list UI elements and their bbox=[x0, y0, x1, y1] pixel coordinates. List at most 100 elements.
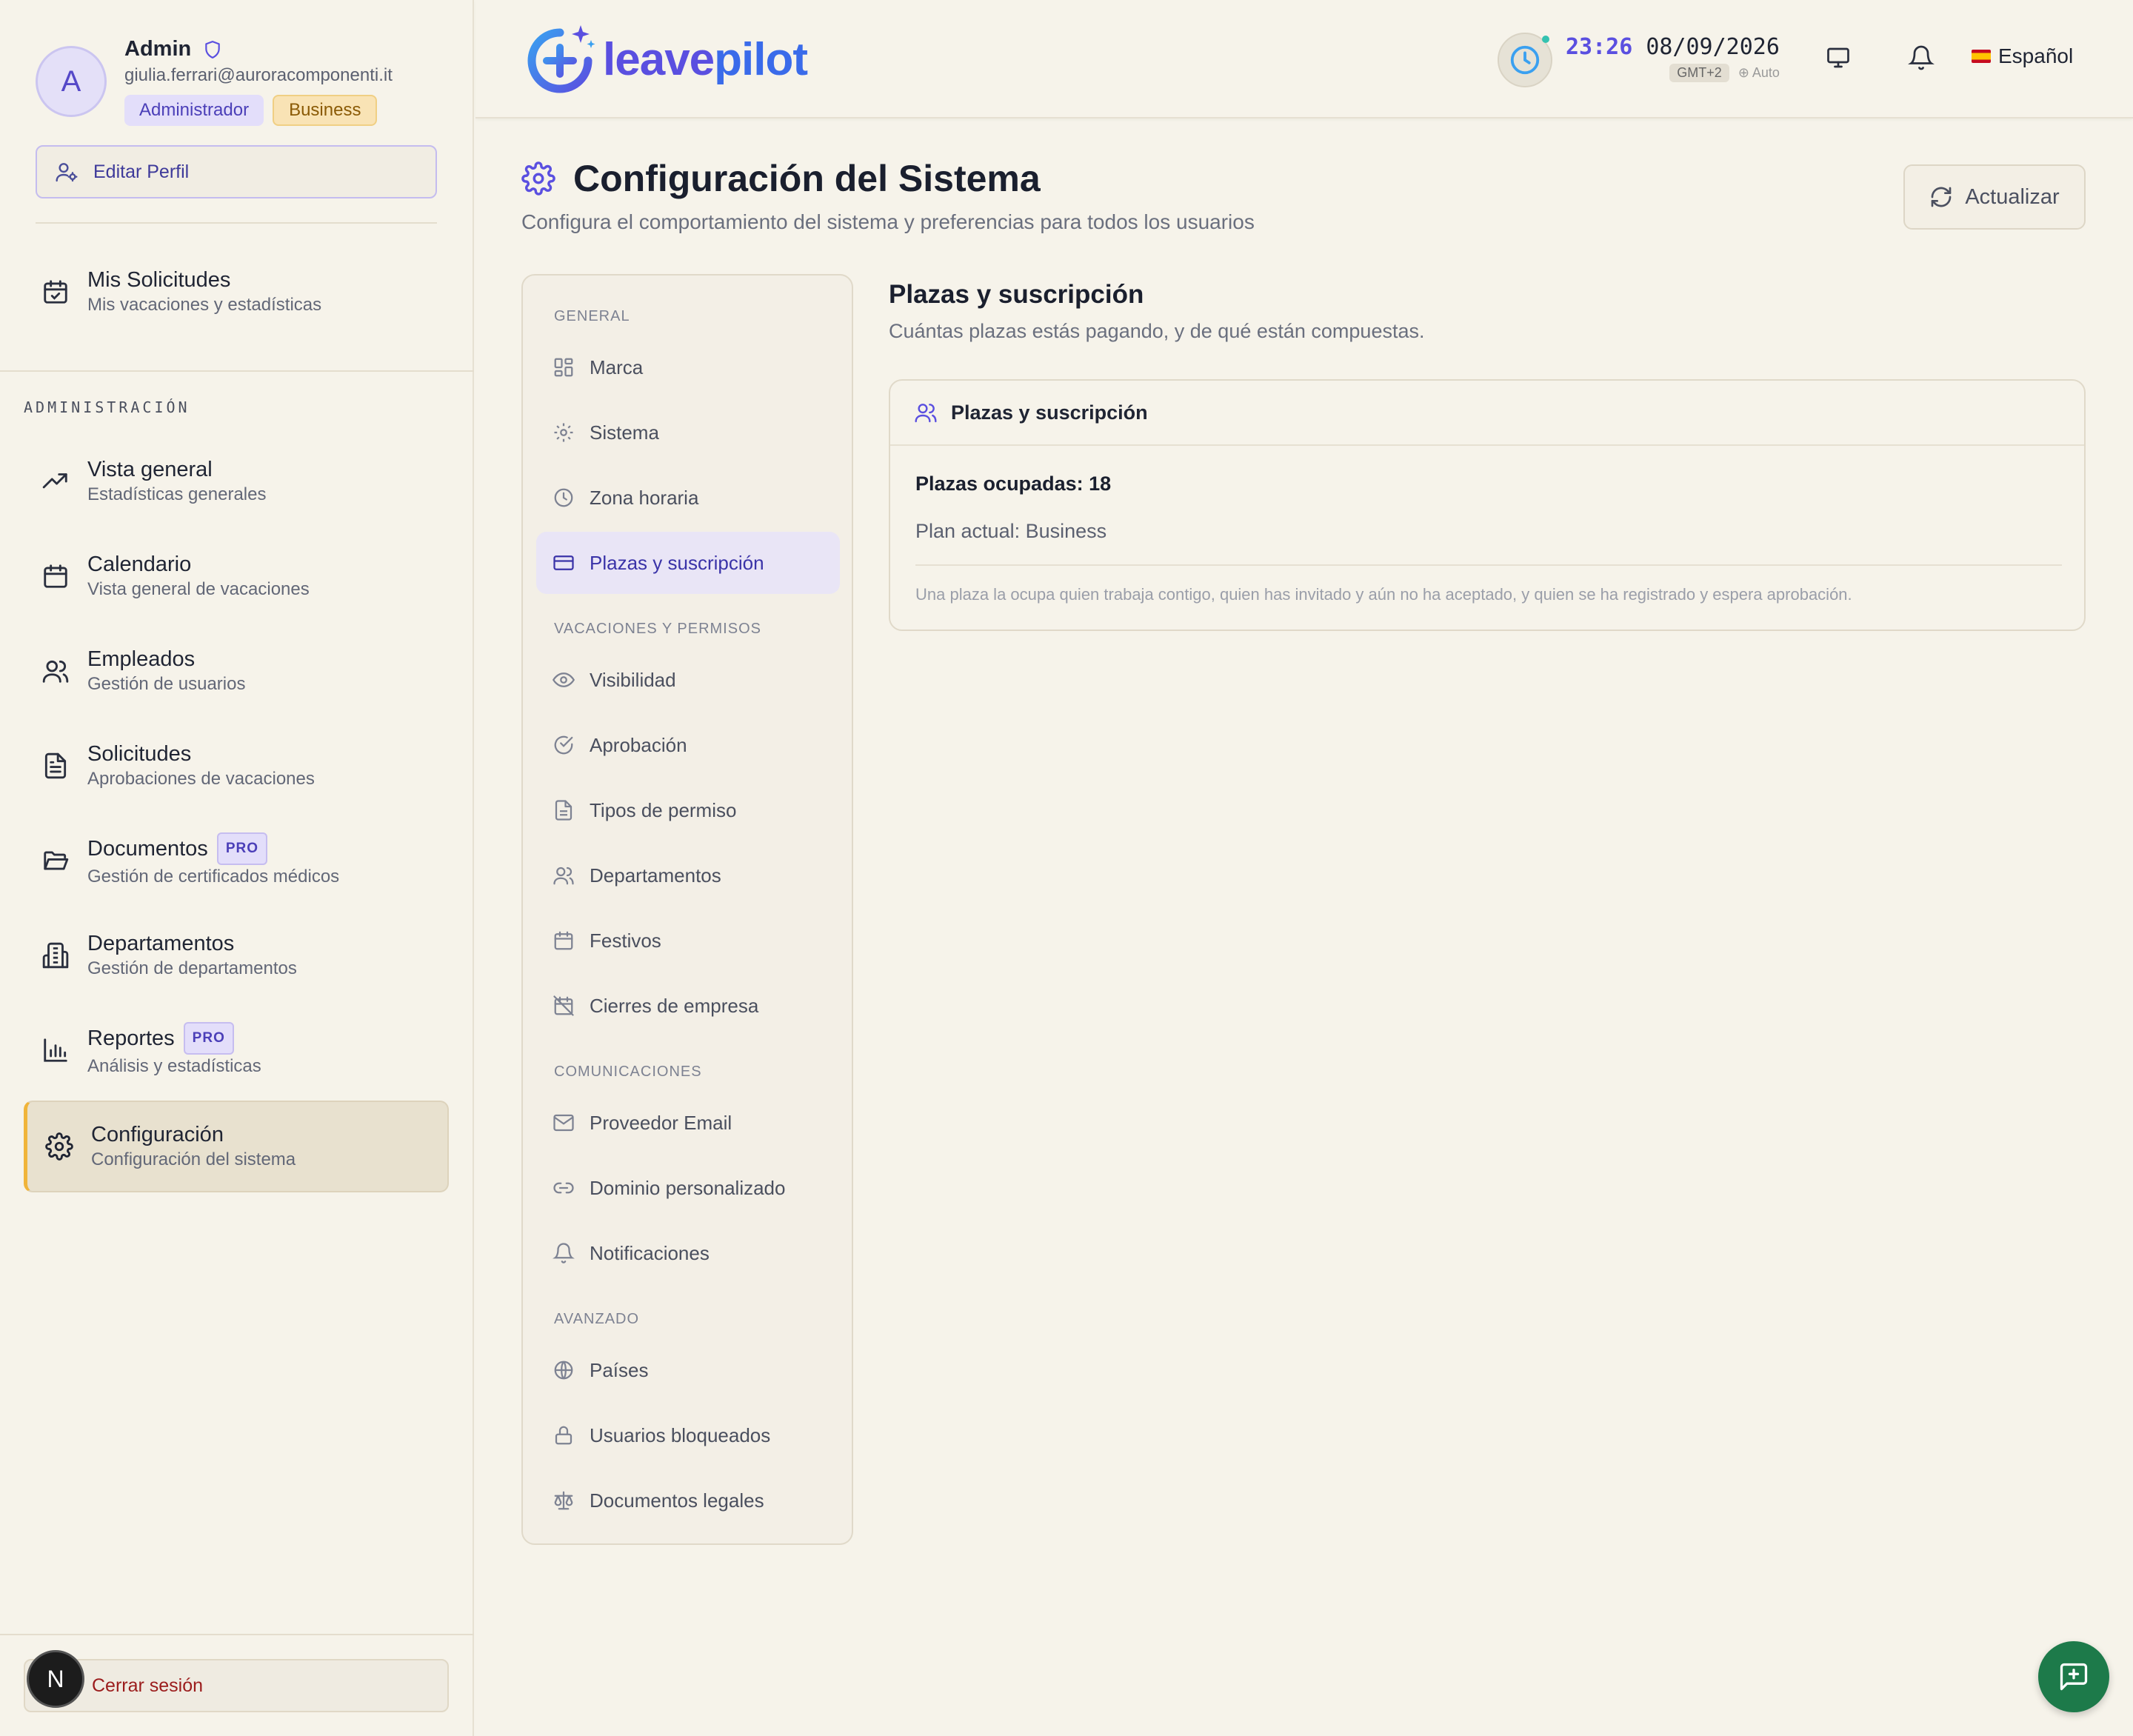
settings-item-legal-documents[interactable]: Documentos legales bbox=[536, 1469, 840, 1532]
settings-item-leave-types[interactable]: Tipos de permiso bbox=[536, 779, 840, 841]
settings-item-seats-subscription[interactable]: Plazas y suscripción bbox=[536, 532, 840, 594]
nav-reports[interactable]: Reportes PRO Análisis y estadísticas bbox=[24, 1006, 449, 1095]
nav-requests[interactable]: Solicitudes Aprobaciones de vacaciones bbox=[24, 721, 449, 810]
nav-subtitle: Configuración del sistema bbox=[91, 1149, 296, 1169]
plan-badge: Business bbox=[273, 95, 378, 126]
nav-settings[interactable]: Configuración Configuración del sistema bbox=[24, 1101, 449, 1192]
bell-icon bbox=[553, 1243, 575, 1263]
status-dot bbox=[1542, 36, 1549, 43]
pro-badge: PRO bbox=[183, 1022, 234, 1055]
nav-subtitle: Mis vacaciones y estadísticas bbox=[87, 295, 322, 315]
nav-employees[interactable]: Empleados Gestión de usuarios bbox=[24, 627, 449, 715]
settings-item-label: Zona horaria bbox=[590, 486, 699, 509]
settings-item-label: Cierres de empresa bbox=[590, 994, 759, 1017]
settings-item-company-closures[interactable]: Cierres de empresa bbox=[536, 975, 840, 1037]
settings-item-blocked-users[interactable]: Usuarios bloqueados bbox=[536, 1404, 840, 1466]
monitor-icon[interactable] bbox=[1825, 44, 1852, 71]
lock-icon bbox=[555, 1426, 573, 1445]
settings-item-label: Usuarios bloqueados bbox=[590, 1423, 771, 1446]
settings-item-departments[interactable]: Departamentos bbox=[536, 844, 840, 907]
clock-icon bbox=[1498, 33, 1552, 87]
nav-title: Reportes bbox=[87, 1026, 175, 1050]
nav-subtitle: Aprobaciones de vacaciones bbox=[87, 769, 315, 789]
settings-item-system[interactable]: Sistema bbox=[536, 401, 840, 464]
users-icon bbox=[914, 401, 938, 424]
settings-item-visibility[interactable]: Visibilidad bbox=[536, 649, 840, 711]
app-logo[interactable]: leavepilot bbox=[523, 22, 808, 96]
seats-card: Plazas y suscripción Plazas ocupadas: 18… bbox=[889, 379, 2086, 631]
eye-icon bbox=[553, 672, 575, 687]
nav-title: Documentos bbox=[87, 837, 208, 861]
trending-up-icon bbox=[24, 467, 87, 495]
page-title-row: Configuración del Sistema bbox=[521, 157, 1041, 200]
nav-departments[interactable]: Departamentos Gestión de departamentos bbox=[24, 911, 449, 1000]
settings-item-label: Dominio personalizado bbox=[590, 1176, 786, 1199]
section-label-leave: VACACIONES Y PERMISOS bbox=[554, 621, 761, 637]
nav-overview[interactable]: Vista general Estadísticas generales bbox=[24, 437, 449, 526]
bell-icon[interactable] bbox=[1908, 44, 1935, 71]
section-label-advanced: AVANZADO bbox=[554, 1311, 640, 1327]
settings-item-countries[interactable]: Países bbox=[536, 1339, 840, 1401]
scale-icon bbox=[554, 1491, 573, 1510]
settings-item-timezone[interactable]: Zona horaria bbox=[536, 467, 840, 529]
user-avatar-bubble[interactable]: N bbox=[27, 1650, 84, 1708]
nav-title-row: Reportes PRO bbox=[87, 1022, 261, 1055]
divider bbox=[0, 370, 474, 372]
settings-nav: GENERAL Marca Sistema Zona horaria Plaza… bbox=[521, 274, 853, 1545]
nav-documents[interactable]: Documentos PRO Gestión de certificados m… bbox=[24, 816, 449, 905]
bar-chart-icon bbox=[24, 1036, 87, 1064]
logout-button[interactable]: Cerrar sesión bbox=[24, 1659, 449, 1712]
nav-title: Vista general bbox=[87, 458, 213, 481]
nav-title: Departamentos bbox=[87, 932, 235, 955]
admin-section-label: ADMINISTRACIÓN bbox=[24, 398, 190, 416]
avatar[interactable]: A bbox=[36, 46, 107, 117]
divider bbox=[0, 1634, 474, 1635]
file-text-icon bbox=[555, 800, 573, 821]
gear-icon bbox=[554, 423, 573, 442]
settings-item-brand[interactable]: Marca bbox=[536, 336, 840, 398]
profile-name: Admin bbox=[124, 37, 192, 61]
file-text-icon bbox=[24, 752, 87, 780]
feedback-chat-button[interactable] bbox=[2038, 1641, 2109, 1712]
settings-item-approval[interactable]: Aprobación bbox=[536, 714, 840, 776]
settings-item-email-provider[interactable]: Proveedor Email bbox=[536, 1092, 840, 1154]
message-plus-icon bbox=[2057, 1660, 2090, 1693]
clock-widget[interactable]: 23:26 08/09/2026 GMT+2 ⊕ Auto bbox=[1498, 33, 1780, 87]
edit-profile-label: Editar Perfil bbox=[93, 161, 190, 182]
nav-title: Mis Solicitudes bbox=[87, 268, 231, 292]
building-icon bbox=[24, 941, 87, 969]
settings-item-notifications[interactable]: Notificaciones bbox=[536, 1222, 840, 1284]
card-title: Plazas y suscripción bbox=[951, 401, 1148, 424]
current-plan: Plan actual: Business bbox=[915, 520, 1107, 542]
settings-item-label: Tipos de permiso bbox=[590, 798, 737, 821]
role-badge: Administrador bbox=[124, 95, 264, 126]
refresh-button[interactable]: Actualizar bbox=[1903, 164, 2086, 230]
section-subtitle: Cuántas plazas estás pagando, y de qué e… bbox=[889, 320, 1425, 342]
logo-text-part2: pilot bbox=[714, 33, 808, 85]
edit-profile-button[interactable]: Editar Perfil bbox=[36, 145, 437, 198]
nav-my-requests[interactable]: Mis Solicitudes Mis vacaciones y estadís… bbox=[24, 247, 449, 336]
current-time: 23:26 bbox=[1566, 34, 1633, 60]
settings-item-holidays[interactable]: Festivos bbox=[536, 909, 840, 972]
calendar-check-icon bbox=[24, 278, 87, 306]
settings-item-label: Departamentos bbox=[590, 864, 721, 887]
settings-item-custom-domain[interactable]: Dominio personalizado bbox=[536, 1157, 840, 1219]
user-profile: A Admin giulia.ferrari@auroracomponenti.… bbox=[36, 36, 435, 130]
timezone-badge: GMT+2 bbox=[1669, 64, 1729, 82]
users-icon bbox=[24, 657, 87, 685]
settings-item-label: Sistema bbox=[590, 421, 659, 444]
calendar-off-icon bbox=[553, 995, 574, 1016]
link-icon bbox=[553, 1182, 574, 1194]
nav-title: Solicitudes bbox=[87, 742, 192, 766]
language-selector[interactable]: Español bbox=[1972, 44, 2073, 68]
auto-timezone-label: ⊕ Auto bbox=[1738, 65, 1780, 80]
nav-title: Calendario bbox=[87, 552, 192, 576]
settings-item-label: Plazas y suscripción bbox=[590, 551, 764, 574]
nav-title: Empleados bbox=[87, 647, 196, 671]
nav-calendar[interactable]: Calendario Vista general de vacaciones bbox=[24, 532, 449, 621]
profile-email: giulia.ferrari@auroracomponenti.it bbox=[124, 65, 393, 85]
language-label: Español bbox=[1998, 44, 2074, 67]
refresh-icon bbox=[1929, 185, 1953, 209]
mail-icon bbox=[553, 1114, 574, 1132]
section-label-communications: COMUNICACIONES bbox=[554, 1064, 702, 1080]
